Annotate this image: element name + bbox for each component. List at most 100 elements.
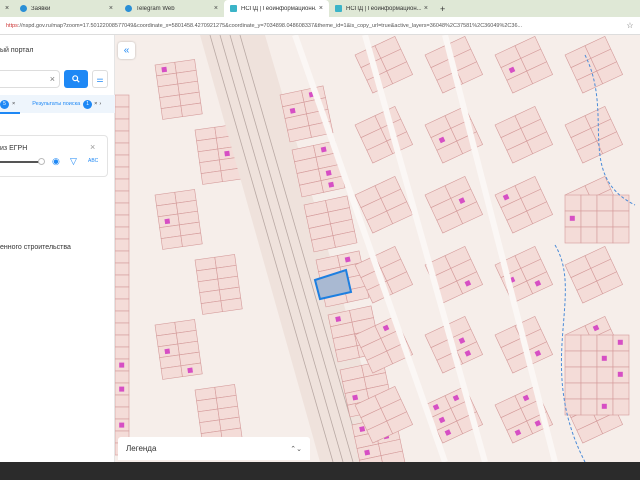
parcel[interactable] bbox=[160, 235, 183, 250]
parcel[interactable] bbox=[115, 178, 130, 192]
parcel-block bbox=[564, 106, 624, 164]
parcel-block bbox=[494, 176, 554, 234]
parcel[interactable] bbox=[115, 406, 130, 420]
parcel[interactable] bbox=[580, 366, 598, 384]
search-button[interactable] bbox=[64, 70, 88, 88]
parcel-block bbox=[303, 195, 358, 253]
parcel[interactable] bbox=[580, 210, 598, 228]
parcel[interactable] bbox=[564, 366, 582, 384]
filter-settings-button[interactable]: ⚌ bbox=[92, 70, 108, 88]
parcel[interactable] bbox=[596, 226, 614, 244]
legend-panel[interactable]: Легенда ⌃⌄ bbox=[118, 437, 310, 460]
parcel[interactable] bbox=[115, 370, 130, 384]
parcel[interactable] bbox=[115, 190, 130, 204]
close-tab-icon[interactable]: × bbox=[12, 101, 15, 107]
parcel[interactable] bbox=[580, 350, 598, 368]
chevron-right-icon[interactable]: › bbox=[99, 101, 101, 107]
parcel[interactable] bbox=[115, 130, 130, 144]
map-layer[interactable] bbox=[115, 35, 640, 462]
tab-search-results[interactable]: Результаты поиска bbox=[32, 101, 80, 107]
sliders-icon: ⚌ bbox=[96, 74, 104, 84]
parcel[interactable] bbox=[564, 334, 582, 352]
parcel[interactable] bbox=[115, 226, 130, 240]
parcel[interactable] bbox=[564, 382, 582, 400]
parcel[interactable] bbox=[180, 102, 203, 118]
telegram-icon bbox=[20, 5, 27, 12]
parcel[interactable] bbox=[612, 226, 630, 244]
address-bar[interactable]: https://nspd.gov.ru/map?zoom=17.50122008… bbox=[0, 17, 640, 35]
parcel[interactable] bbox=[596, 210, 614, 228]
close-tab-icon[interactable]: × bbox=[109, 5, 113, 12]
parcel[interactable] bbox=[115, 154, 130, 168]
parcel[interactable] bbox=[115, 322, 130, 336]
label-icon[interactable]: ABC bbox=[88, 158, 98, 164]
parcel[interactable] bbox=[580, 334, 598, 352]
map-canvas[interactable] bbox=[115, 35, 640, 462]
layer-title: из ЕГРН bbox=[0, 145, 28, 152]
parcel[interactable] bbox=[580, 194, 598, 212]
tab-count-badge: 1 bbox=[83, 99, 93, 109]
parcel[interactable] bbox=[580, 398, 598, 416]
parcel[interactable] bbox=[180, 232, 203, 248]
close-tab-icon[interactable]: × bbox=[319, 5, 323, 12]
parcel[interactable] bbox=[115, 106, 130, 120]
close-layer-icon[interactable]: × bbox=[90, 142, 95, 152]
close-icon[interactable]: × bbox=[0, 5, 14, 12]
eye-icon[interactable]: ◉ bbox=[52, 156, 60, 167]
parcel[interactable] bbox=[115, 298, 130, 312]
close-tab-icon[interactable]: × bbox=[424, 5, 428, 12]
parcel[interactable] bbox=[580, 226, 598, 244]
tab-zayavki[interactable]: Заявки × bbox=[14, 0, 119, 17]
tab-nspd-active[interactable]: НСПД | Геоинформационн... × bbox=[224, 0, 329, 17]
opacity-slider[interactable] bbox=[0, 161, 40, 163]
parcel[interactable] bbox=[160, 105, 183, 120]
parcel[interactable] bbox=[580, 382, 598, 400]
parcel[interactable] bbox=[200, 300, 223, 315]
building bbox=[164, 348, 171, 355]
parcel[interactable] bbox=[612, 194, 630, 212]
parcel[interactable] bbox=[596, 366, 614, 384]
parcel[interactable] bbox=[115, 142, 130, 156]
parcel[interactable] bbox=[115, 214, 130, 228]
parcel[interactable] bbox=[564, 350, 582, 368]
tab-count-badge[interactable]: 5 bbox=[0, 99, 9, 109]
parcel[interactable] bbox=[200, 170, 223, 185]
parcel[interactable] bbox=[115, 250, 130, 264]
filter-icon[interactable]: ▽ bbox=[70, 156, 77, 167]
parcel[interactable] bbox=[115, 94, 130, 108]
close-tab-icon[interactable]: × bbox=[214, 5, 218, 12]
parcel[interactable] bbox=[612, 382, 630, 400]
parcel[interactable] bbox=[115, 334, 130, 348]
parcel[interactable] bbox=[612, 398, 630, 416]
parcel[interactable] bbox=[564, 194, 582, 212]
parcel[interactable] bbox=[220, 297, 243, 313]
parcel[interactable] bbox=[115, 274, 130, 288]
parcel[interactable] bbox=[115, 346, 130, 360]
search-input[interactable]: × bbox=[0, 70, 60, 88]
parcel[interactable] bbox=[115, 202, 130, 216]
parcel[interactable] bbox=[612, 210, 630, 228]
parcel[interactable] bbox=[115, 286, 130, 300]
parcel[interactable] bbox=[115, 166, 130, 180]
new-tab-button[interactable]: + bbox=[440, 4, 445, 14]
parcel[interactable] bbox=[612, 350, 630, 368]
parcel[interactable] bbox=[596, 334, 614, 352]
close-tab-icon[interactable]: × bbox=[94, 101, 97, 107]
parcel[interactable] bbox=[115, 394, 130, 408]
parcel[interactable] bbox=[596, 382, 614, 400]
parcel[interactable] bbox=[564, 226, 582, 244]
collapse-panel-button[interactable]: « bbox=[118, 42, 135, 59]
opacity-slider-handle[interactable] bbox=[38, 158, 45, 165]
parcel[interactable] bbox=[115, 310, 130, 324]
tab-nspd[interactable]: НСПД | Геоинформацион... × bbox=[329, 0, 434, 17]
parcel[interactable] bbox=[160, 365, 183, 380]
clear-search-icon[interactable]: × bbox=[50, 74, 55, 84]
bookmark-star-icon[interactable]: ☆ bbox=[620, 21, 640, 30]
tab-telegram-web[interactable]: Telegram Web × bbox=[119, 0, 224, 17]
parcel[interactable] bbox=[115, 262, 130, 276]
expand-collapse-icon[interactable]: ⌃⌄ bbox=[290, 445, 302, 453]
parcel[interactable] bbox=[115, 238, 130, 252]
parcel[interactable] bbox=[564, 398, 582, 416]
parcel[interactable] bbox=[596, 194, 614, 212]
parcel[interactable] bbox=[115, 118, 130, 132]
